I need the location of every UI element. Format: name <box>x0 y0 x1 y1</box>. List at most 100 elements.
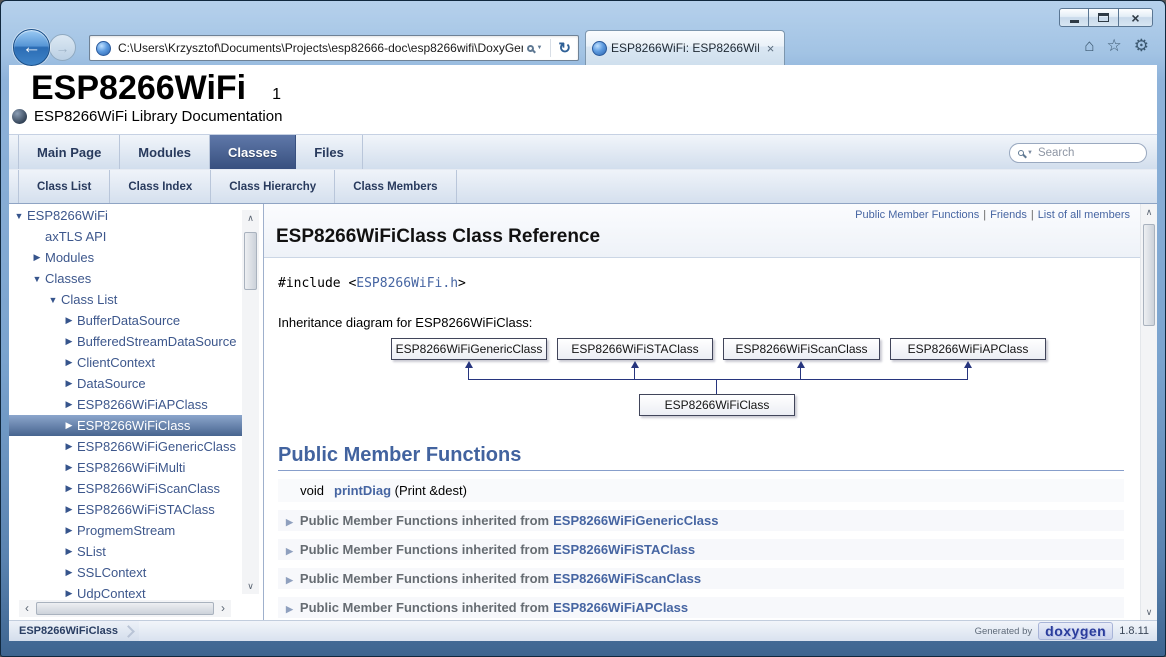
expand-icon[interactable]: ▶ <box>61 462 77 473</box>
scroll-down-icon[interactable]: ∨ <box>1141 604 1157 620</box>
tree-item-modules[interactable]: ▶Modules <box>9 247 242 268</box>
tree-item-class-list[interactable]: ▼Class List <box>9 289 242 310</box>
expand-icon[interactable]: ▶ <box>29 252 45 263</box>
project-name: ESP8266WiFi <box>9 69 246 107</box>
tree-item-bufferedstreamdatasource[interactable]: ▶BufferedStreamDataSource <box>9 331 242 352</box>
doxygen-page: ESP8266WiFi1 ESP8266WiFi Library Documen… <box>9 65 1157 641</box>
breadcrumb-item[interactable]: ESP8266WiFiClass <box>9 621 139 641</box>
tab-close-button[interactable]: × <box>763 41 778 56</box>
summary-link-public-member-functions[interactable]: Public Member Functions <box>855 209 979 221</box>
include-file-link[interactable]: ESP8266WiFi.h <box>356 276 458 291</box>
inherited-class-link-scanclass[interactable]: ESP8266WiFiScanClass <box>553 571 701 586</box>
tree-item-datasource[interactable]: ▶DataSource <box>9 373 242 394</box>
expand-icon[interactable]: ▶ <box>61 420 77 431</box>
tree-item-label: SSLContext <box>77 565 146 580</box>
tree-item-classes[interactable]: ▼Classes <box>9 268 242 289</box>
scrollbar-thumb[interactable] <box>244 232 257 290</box>
summary-link-all-members[interactable]: List of all members <box>1038 209 1130 221</box>
sidebar-scrollbar[interactable]: ∧ ∨ <box>242 210 259 594</box>
content-scrollbar[interactable]: ∧ ∨ <box>1140 204 1157 620</box>
inherited-section-staclass[interactable]: ▶Public Member Functions inherited fromE… <box>278 539 1124 560</box>
member-printdiag-link[interactable]: printDiag <box>334 483 391 498</box>
sidebar-h-scrollbar[interactable]: ‹ › <box>19 600 231 617</box>
expand-icon[interactable]: ▼ <box>29 274 45 284</box>
scroll-up-icon[interactable]: ∧ <box>1141 204 1157 220</box>
maximize-button[interactable] <box>1089 8 1119 27</box>
expand-icon[interactable]: ▼ <box>45 295 61 305</box>
tree-item-esp8266wifiapclass[interactable]: ▶ESP8266WiFiAPClass <box>9 394 242 415</box>
tree-list: ▼ESP8266WiFi axTLS API ▶Modules ▼Classes… <box>9 205 242 604</box>
back-button[interactable]: ← <box>13 29 50 66</box>
tab-main-page[interactable]: Main Page <box>18 135 120 169</box>
favorites-button[interactable]: ☆ <box>1107 37 1122 54</box>
search-input[interactable] <box>1036 146 1128 160</box>
tree-item-esp8266wifistaclass[interactable]: ▶ESP8266WiFiSTAClass <box>9 499 242 520</box>
url-text[interactable]: C:\Users\Krzysztof\Documents\Projects\es… <box>118 41 523 55</box>
tab-modules[interactable]: Modules <box>120 135 210 169</box>
tab-classes[interactable]: Classes <box>210 135 296 169</box>
search-box[interactable]: ▼ <box>1009 143 1147 163</box>
inherited-class-link-genericclass[interactable]: ESP8266WiFiGenericClass <box>553 513 718 528</box>
tab-class-index[interactable]: Class Index <box>110 170 211 203</box>
inherited-section-genericclass[interactable]: ▶Public Member Functions inherited fromE… <box>278 510 1124 531</box>
diagram-node-genericclass[interactable]: ESP8266WiFiGenericClass <box>391 338 547 360</box>
address-bar[interactable]: C:\Users\Krzysztof\Documents\Projects\es… <box>89 35 579 61</box>
doxygen-version: 1.8.11 <box>1119 625 1149 637</box>
expand-icon[interactable]: ▶ <box>61 525 77 536</box>
expand-icon[interactable]: ▶ <box>61 315 77 326</box>
tab-class-members[interactable]: Class Members <box>335 170 456 203</box>
expand-icon[interactable]: ▶ <box>61 483 77 494</box>
refresh-button[interactable]: ↻ <box>555 39 574 57</box>
tree-item-esp8266wifimulti[interactable]: ▶ESP8266WiFiMulti <box>9 457 242 478</box>
summary-link-friends[interactable]: Friends <box>990 209 1027 221</box>
tree-item-esp8266wifi[interactable]: ▼ESP8266WiFi <box>9 205 242 226</box>
diagram-node-staclass[interactable]: ESP8266WiFiSTAClass <box>557 338 713 360</box>
tree-item-clientcontext[interactable]: ▶ClientContext <box>9 352 242 373</box>
tree-item-progmemstream[interactable]: ▶ProgmemStream <box>9 520 242 541</box>
home-button[interactable]: ⌂ <box>1084 37 1094 54</box>
diagram-node-esp8266wificlass[interactable]: ESP8266WiFiClass <box>639 394 795 416</box>
inherited-class-link-apclass[interactable]: ESP8266WiFiAPClass <box>553 600 688 615</box>
expand-icon[interactable]: ▶ <box>61 357 77 368</box>
tree-item-esp8266wifigenericclass[interactable]: ▶ESP8266WiFiGenericClass <box>9 436 242 457</box>
tree-item-esp8266wifiscanclass[interactable]: ▶ESP8266WiFiScanClass <box>9 478 242 499</box>
address-search-button[interactable]: ▼ <box>523 45 546 52</box>
diagram-node-apclass[interactable]: ESP8266WiFiAPClass <box>890 338 1046 360</box>
scrollbar-thumb[interactable] <box>1143 224 1155 326</box>
scroll-left-icon[interactable]: ‹ <box>19 600 35 617</box>
inherited-class-link-staclass[interactable]: ESP8266WiFiSTAClass <box>553 542 695 557</box>
tab-files[interactable]: Files <box>296 135 363 169</box>
forward-button[interactable]: → <box>49 34 76 61</box>
expand-icon[interactable]: ▶ <box>61 441 77 452</box>
expand-icon[interactable]: ▶ <box>61 504 77 515</box>
inherited-section-apclass[interactable]: ▶Public Member Functions inherited fromE… <box>278 597 1124 618</box>
tree-item-bufferdatasource[interactable]: ▶BufferDataSource <box>9 310 242 331</box>
tree-item-label: Class List <box>61 292 117 307</box>
tab-class-hierarchy[interactable]: Class Hierarchy <box>211 170 335 203</box>
tab-class-list[interactable]: Class List <box>18 170 110 203</box>
scroll-down-icon[interactable]: ∨ <box>242 578 259 594</box>
tools-button[interactable]: ⚙ <box>1134 37 1149 54</box>
inherited-section-scanclass[interactable]: ▶Public Member Functions inherited fromE… <box>278 568 1124 589</box>
expand-icon[interactable]: ▶ <box>61 546 77 557</box>
minimize-button[interactable] <box>1059 8 1089 27</box>
tree-item-axtls-api[interactable]: axTLS API <box>9 226 242 247</box>
scrollbar-thumb[interactable] <box>36 602 214 615</box>
expand-icon[interactable]: ▶ <box>61 567 77 578</box>
tree-item-label: DataSource <box>77 376 146 391</box>
expand-icon[interactable]: ▶ <box>61 378 77 389</box>
tree-item-esp8266wificlass[interactable]: ▶ESP8266WiFiClass <box>9 415 242 436</box>
doxygen-logo[interactable]: doxygen <box>1038 622 1113 640</box>
diagram-node-scanclass[interactable]: ESP8266WiFiScanClass <box>723 338 880 360</box>
expand-icon[interactable]: ▶ <box>61 336 77 347</box>
scroll-right-icon[interactable]: › <box>215 600 231 617</box>
scroll-up-icon[interactable]: ∧ <box>242 210 259 226</box>
tree-item-sslcontext[interactable]: ▶SSLContext <box>9 562 242 583</box>
expand-icon[interactable]: ▶ <box>61 588 77 599</box>
nav-tree: ▼ESP8266WiFi axTLS API ▶Modules ▼Classes… <box>9 204 264 620</box>
expand-icon[interactable]: ▶ <box>61 399 77 410</box>
browser-tab[interactable]: ESP8266WiFi: ESP8266WiFi... × <box>585 30 785 65</box>
expand-icon[interactable]: ▼ <box>11 211 27 221</box>
tree-item-slist[interactable]: ▶SList <box>9 541 242 562</box>
close-button[interactable]: × <box>1119 8 1153 27</box>
